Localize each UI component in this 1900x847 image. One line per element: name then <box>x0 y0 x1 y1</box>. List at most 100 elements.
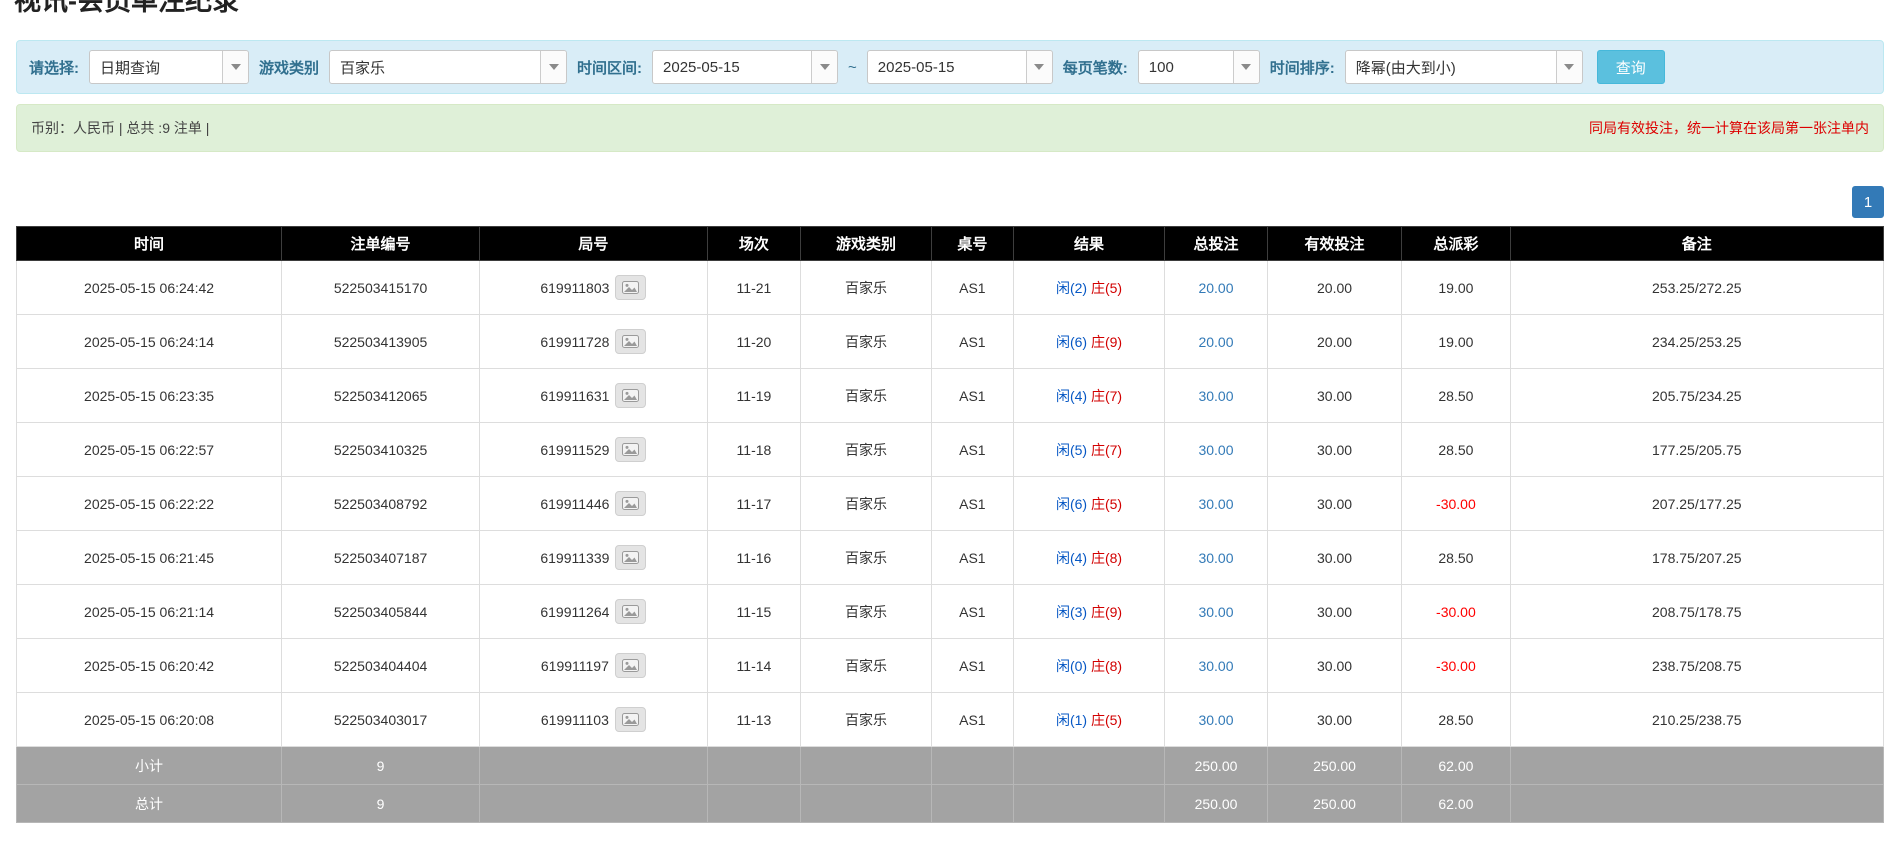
table-row: 2025-05-15 06:20:42 522503404404 6199111… <box>17 639 1884 693</box>
cell-footer-remark <box>1510 785 1883 823</box>
round-replay-icon[interactable] <box>615 491 646 516</box>
cell-bet-id: 522503415170 <box>282 261 480 315</box>
cell-footer-label: 总计 <box>17 785 282 823</box>
game-type-value: 百家乐 <box>340 57 532 78</box>
cell-total-bet: 30.00 <box>1165 585 1268 639</box>
cell-valid-bet: 30.00 <box>1267 423 1401 477</box>
date-to-select[interactable]: 2025-05-15 <box>867 50 1053 84</box>
round-replay-icon[interactable] <box>615 707 646 732</box>
cell-session: 11-20 <box>707 315 800 369</box>
cell-footer-session <box>707 785 800 823</box>
cell-session: 11-13 <box>707 693 800 747</box>
time-sort-select[interactable]: 降幂(由大到小) <box>1345 50 1583 84</box>
query-type-select[interactable]: 日期查询 <box>89 50 249 84</box>
time-range-label: 时间区间: <box>577 57 642 78</box>
round-replay-icon[interactable] <box>615 599 646 624</box>
cell-session: 11-21 <box>707 261 800 315</box>
result-banker: 庄(5) <box>1091 712 1122 728</box>
result-player: 闲(6) <box>1056 334 1087 350</box>
round-number: 619911264 <box>540 604 609 620</box>
date-to-value: 2025-05-15 <box>878 59 1018 76</box>
game-type-select[interactable]: 百家乐 <box>329 50 567 84</box>
cell-total-bet: 30.00 <box>1165 693 1268 747</box>
cell-footer-payout: 62.00 <box>1402 785 1510 823</box>
cell-round: 619911446 <box>480 477 708 531</box>
cell-time: 2025-05-15 06:20:08 <box>17 693 282 747</box>
cell-table: AS1 <box>931 315 1013 369</box>
cell-footer-valid-bet: 250.00 <box>1267 747 1401 785</box>
chevron-down-icon <box>540 51 566 83</box>
table-footer: 小计 9 250.00 250.00 62.00 总计 9 250.00 250… <box>17 747 1884 823</box>
cell-game: 百家乐 <box>801 585 932 639</box>
column-header-time: 时间 <box>17 227 282 261</box>
cell-bet-id: 522503413905 <box>282 315 480 369</box>
result-banker: 庄(9) <box>1091 334 1122 350</box>
column-header-payout: 总派彩 <box>1402 227 1510 261</box>
cell-time: 2025-05-15 06:22:22 <box>17 477 282 531</box>
cell-session: 11-19 <box>707 369 800 423</box>
query-type-label: 请选择: <box>29 57 79 78</box>
total-bet-link[interactable]: 30.00 <box>1198 604 1233 620</box>
cell-valid-bet: 30.00 <box>1267 585 1401 639</box>
round-number: 619911103 <box>541 712 609 728</box>
page-title: 视讯-会员单注纪录 <box>14 0 1900 16</box>
round-replay-icon[interactable] <box>615 653 646 678</box>
result-banker: 庄(9) <box>1091 604 1122 620</box>
round-replay-icon[interactable] <box>615 275 646 300</box>
cell-footer-count: 9 <box>282 785 480 823</box>
total-bet-link[interactable]: 20.00 <box>1198 334 1233 350</box>
page-size-select[interactable]: 100 <box>1138 50 1260 84</box>
cell-session: 11-15 <box>707 585 800 639</box>
result-player: 闲(4) <box>1056 550 1087 566</box>
round-number: 619911529 <box>540 442 609 458</box>
total-bet-link[interactable]: 30.00 <box>1198 658 1233 674</box>
cell-payout: 28.50 <box>1402 423 1510 477</box>
cell-total-bet: 20.00 <box>1165 261 1268 315</box>
cell-total-bet: 30.00 <box>1165 369 1268 423</box>
cell-game: 百家乐 <box>801 315 932 369</box>
round-replay-icon[interactable] <box>615 329 646 354</box>
round-number: 619911803 <box>540 280 609 296</box>
cell-game: 百家乐 <box>801 423 932 477</box>
total-bet-link[interactable]: 30.00 <box>1198 712 1233 728</box>
query-type-value: 日期查询 <box>100 57 214 78</box>
date-from-select[interactable]: 2025-05-15 <box>652 50 838 84</box>
round-replay-icon[interactable] <box>615 383 646 408</box>
column-header-round: 局号 <box>480 227 708 261</box>
cell-footer-label: 小计 <box>17 747 282 785</box>
page-1-button[interactable]: 1 <box>1852 186 1884 218</box>
search-button[interactable]: 查询 <box>1597 50 1665 84</box>
cell-result: 闲(1) 庄(5) <box>1013 693 1164 747</box>
cell-session: 11-17 <box>707 477 800 531</box>
cell-round: 619911264 <box>480 585 708 639</box>
table-row: 2025-05-15 06:20:08 522503403017 6199111… <box>17 693 1884 747</box>
total-bet-link[interactable]: 20.00 <box>1198 280 1233 296</box>
cell-time: 2025-05-15 06:23:35 <box>17 369 282 423</box>
cell-bet-id: 522503408792 <box>282 477 480 531</box>
cell-result: 闲(4) 庄(8) <box>1013 531 1164 585</box>
cell-bet-id: 522503404404 <box>282 639 480 693</box>
round-number: 619911631 <box>540 388 609 404</box>
cell-valid-bet: 30.00 <box>1267 693 1401 747</box>
cell-footer-count: 9 <box>282 747 480 785</box>
cell-game: 百家乐 <box>801 261 932 315</box>
cell-bet-id: 522503405844 <box>282 585 480 639</box>
round-number: 619911339 <box>540 550 609 566</box>
total-bet-link[interactable]: 30.00 <box>1198 550 1233 566</box>
cell-time: 2025-05-15 06:20:42 <box>17 639 282 693</box>
total-bet-link[interactable]: 30.00 <box>1198 388 1233 404</box>
total-bet-link[interactable]: 30.00 <box>1198 496 1233 512</box>
table-row: 2025-05-15 06:24:42 522503415170 6199118… <box>17 261 1884 315</box>
cell-remark: 177.25/205.75 <box>1510 423 1883 477</box>
cell-time: 2025-05-15 06:22:57 <box>17 423 282 477</box>
cell-total-bet: 30.00 <box>1165 639 1268 693</box>
table-body: 2025-05-15 06:24:42 522503415170 6199118… <box>17 261 1884 747</box>
notice-text: 同局有效投注，统一计算在该局第一张注单内 <box>1589 118 1869 138</box>
round-replay-icon[interactable] <box>615 545 646 570</box>
round-replay-icon[interactable] <box>615 437 646 462</box>
cell-time: 2025-05-15 06:24:42 <box>17 261 282 315</box>
summary-bar: 币别：人民币 | 总共 :9 注单 | 同局有效投注，统一计算在该局第一张注单内 <box>16 104 1884 152</box>
cell-valid-bet: 20.00 <box>1267 315 1401 369</box>
total-bet-link[interactable]: 30.00 <box>1198 442 1233 458</box>
cell-bet-id: 522503410325 <box>282 423 480 477</box>
